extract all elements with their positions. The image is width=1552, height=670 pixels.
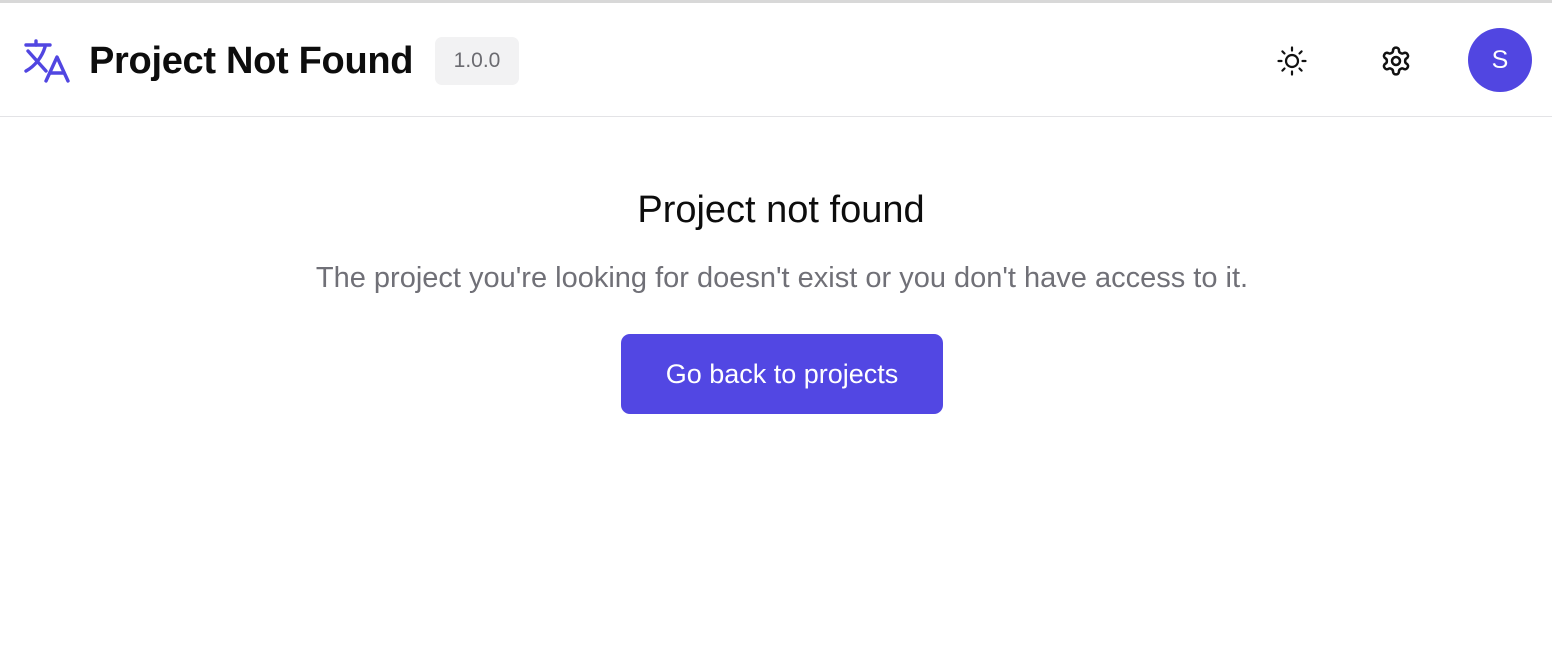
app-header: Project Not Found 1.0.0 S [0,3,1552,117]
user-avatar[interactable]: S [1468,28,1532,92]
not-found-message: The project you're looking for doesn't e… [315,262,1249,294]
main-content: Project not found The project you're loo… [0,118,1552,670]
theme-toggle-button[interactable] [1264,33,1320,89]
back-to-projects-button[interactable]: Go back to projects [621,334,943,414]
sun-icon [1276,45,1308,77]
not-found-heading: Project not found [637,189,925,231]
gear-icon [1380,45,1412,77]
page-title: Project Not Found [89,40,414,82]
version-badge: 1.0.0 [435,37,519,85]
settings-button[interactable] [1368,33,1424,89]
